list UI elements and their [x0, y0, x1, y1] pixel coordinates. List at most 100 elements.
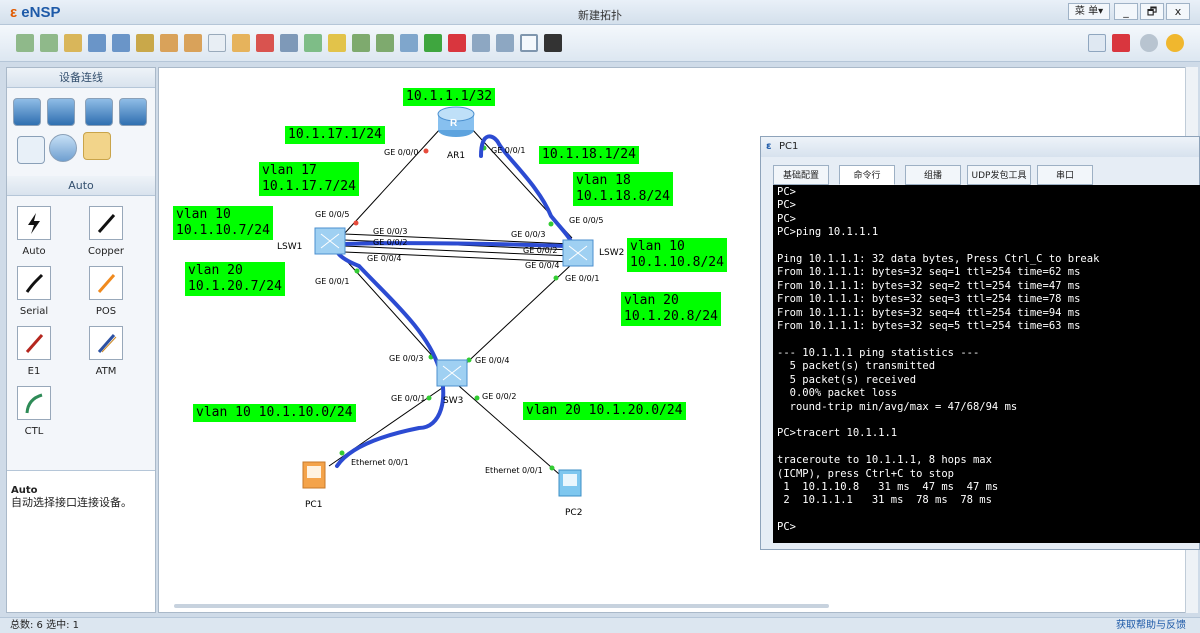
port-pc1-eth: Ethernet 0/0/1 [351, 458, 409, 467]
tab-basic-config[interactable]: 基础配置 [773, 165, 829, 185]
console-line: traceroute to 10.1.1.1, 8 hops max [777, 454, 992, 467]
pos-cable-icon[interactable] [89, 266, 123, 300]
label-lsw1-vlan20: vlan 20 10.1.20.7/24 [185, 262, 285, 296]
svg-text:R: R [450, 118, 458, 129]
select-icon[interactable] [208, 34, 226, 52]
terminal-title: PC1 [779, 141, 799, 152]
help-icon[interactable] [1166, 34, 1184, 52]
console-line: From 10.1.1.1: bytes=32 seq=3 ttl=254 ti… [777, 293, 1081, 306]
cli-icon[interactable] [496, 34, 514, 52]
title-bar: ε eNSP 新建拓扑 菜 单▾ _ 🗗 x [0, 0, 1200, 25]
new-topology-icon[interactable] [16, 34, 34, 52]
serial-cable-icon[interactable] [17, 266, 51, 300]
capture-icon[interactable] [472, 34, 490, 52]
ar1-router-icon: R [437, 106, 475, 137]
minimize-button[interactable]: _ [1114, 3, 1138, 20]
fit-icon[interactable] [400, 34, 418, 52]
port-lsw2-g004: GE 0/0/4 [525, 261, 560, 270]
console-line: From 10.1.1.1: bytes=32 seq=2 ttl=254 ti… [777, 279, 1081, 292]
copper-cable-label: Copper [87, 246, 125, 257]
lsw1-switch-icon [314, 227, 346, 255]
console-line: PC>ping 10.1.1.1 [777, 226, 879, 239]
label-ar1-loopback: 10.1.1.1/32 [403, 88, 496, 106]
redo-icon[interactable] [184, 34, 202, 52]
settings-icon[interactable] [1140, 34, 1158, 52]
text-icon[interactable] [304, 34, 322, 52]
description-box: Auto 自动选择接口连接设备。 [7, 470, 155, 612]
menu-button[interactable]: 菜 单▾ [1068, 3, 1110, 20]
undo-icon[interactable] [160, 34, 178, 52]
auto-header: Auto [7, 176, 155, 196]
delete-all-icon[interactable] [280, 34, 298, 52]
console-line: 5 packet(s) received [777, 373, 917, 386]
hand-icon[interactable] [232, 34, 250, 52]
print-icon[interactable] [136, 34, 154, 52]
port-lsw1-g005: GE 0/0/5 [315, 210, 350, 219]
description-title: Auto [11, 485, 38, 496]
zoom-in-icon[interactable] [352, 34, 370, 52]
console-line: (ICMP), press Ctrl+C to stop [777, 467, 955, 480]
pc2-label: PC2 [565, 508, 583, 518]
auto-cable-icon[interactable] [17, 206, 51, 240]
huawei-icon[interactable] [1112, 34, 1130, 52]
ctl-cable-icon[interactable] [17, 386, 51, 420]
console-line: 0.00% packet loss [777, 387, 898, 400]
start-icon[interactable] [424, 34, 442, 52]
panel-icon[interactable] [520, 34, 538, 52]
copper-cable-icon[interactable] [89, 206, 123, 240]
help-feedback-link[interactable]: 获取帮助与反馈 [1116, 618, 1186, 633]
console-line: PC> [777, 186, 796, 198]
console-line: PC> [777, 212, 796, 225]
lightning-icon [28, 213, 40, 234]
window-title: 新建拓扑 [578, 9, 622, 22]
console-line: 2 10.1.1.1 31 ms 78 ms 78 ms [777, 494, 992, 507]
switch-category-icon[interactable] [47, 98, 75, 126]
label-ar1-g1: 10.1.18.1/24 [539, 146, 639, 164]
label-lsw1-vlan17: vlan 17 10.1.17.7/24 [259, 162, 359, 196]
atm-cable-icon[interactable] [89, 326, 123, 360]
command-console[interactable]: PC> PC> PC> PC>ping 10.1.1.1 Ping 10.1.1.1:… [773, 185, 1200, 543]
port-pc2-eth: Ethernet 0/0/1 [485, 466, 543, 475]
sw3-label: SW3 [443, 396, 464, 406]
pc-category-icon[interactable] [17, 136, 45, 164]
toolbar [0, 25, 1200, 62]
wlan-category-icon[interactable] [85, 98, 113, 126]
close-button[interactable]: x [1166, 3, 1190, 20]
console-line: From 10.1.1.1: bytes=32 seq=4 ttl=254 ti… [777, 306, 1081, 319]
maximize-button[interactable]: 🗗 [1140, 3, 1164, 20]
zoom-out-icon[interactable] [376, 34, 394, 52]
port-sw3-g004: GE 0/0/4 [475, 356, 510, 365]
console-line: round-trip min/avg/max = 47/68/94 ms [777, 400, 1018, 413]
stop-icon[interactable] [448, 34, 466, 52]
tab-udp-tool[interactable]: UDP发包工具 [967, 165, 1031, 185]
message-icon[interactable] [1088, 34, 1106, 52]
console-line: From 10.1.1.1: bytes=32 seq=1 ttl=254 ti… [777, 266, 1081, 279]
terminal-title-bar: ε PC1 [761, 137, 1199, 157]
cloud-category-icon[interactable] [49, 134, 77, 162]
topology-icon[interactable] [544, 34, 562, 52]
port-lsw2-g001: GE 0/0/1 [565, 274, 600, 283]
lsw2-label: LSW2 [599, 248, 625, 258]
tab-serial[interactable]: 串口 [1037, 165, 1093, 185]
e1-cable-icon[interactable] [17, 326, 51, 360]
console-line: --- 10.1.1.1 ping statistics --- [777, 346, 980, 359]
open-icon[interactable] [64, 34, 82, 52]
save-as-icon[interactable] [112, 34, 130, 52]
port-sw3-g003: GE 0/0/3 [389, 354, 424, 363]
router-category-icon[interactable] [13, 98, 41, 126]
cable-category-icon[interactable] [83, 132, 111, 160]
palette-icon[interactable] [328, 34, 346, 52]
console-line: PC> [777, 199, 796, 212]
new-example-icon[interactable] [40, 34, 58, 52]
port-lsw1-g004: GE 0/0/4 [367, 254, 402, 263]
tab-command-line[interactable]: 命令行 [839, 165, 895, 185]
horizontal-scrollbar[interactable] [174, 604, 829, 608]
firewall-category-icon[interactable] [119, 98, 147, 126]
port-lsw2-g002: GE 0/0/2 [523, 246, 558, 255]
tab-multicast[interactable]: 组播 [905, 165, 961, 185]
save-icon[interactable] [88, 34, 106, 52]
status-count: 总数: 6 选中: 1 [10, 620, 79, 631]
delete-icon[interactable] [256, 34, 274, 52]
